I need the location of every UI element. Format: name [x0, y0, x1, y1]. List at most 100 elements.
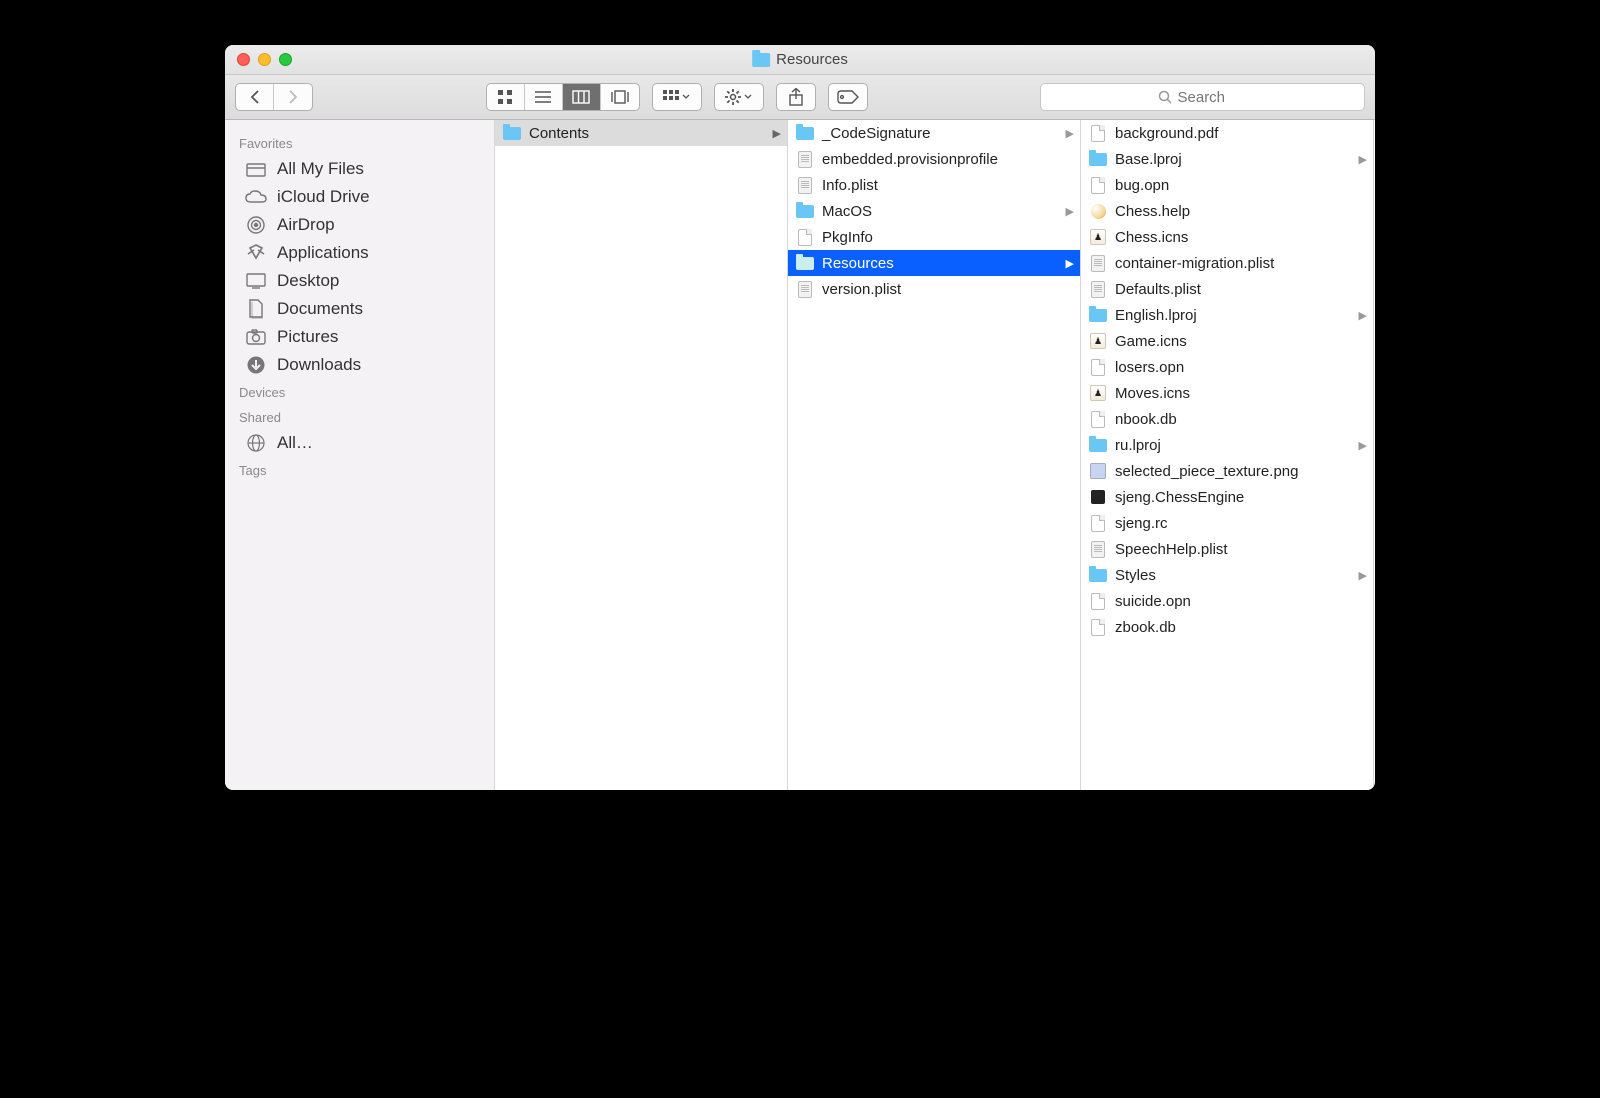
file-row[interactable]: zbook.db — [1081, 614, 1373, 640]
back-button[interactable] — [236, 84, 274, 110]
close-window-button[interactable] — [237, 53, 250, 66]
document-file-icon — [1091, 515, 1105, 532]
desktop-icon — [245, 272, 267, 290]
document-file-icon — [1091, 177, 1105, 194]
pictures-icon — [245, 328, 267, 346]
sidebar-item-all-my-files[interactable]: All My Files — [225, 155, 494, 183]
file-row[interactable]: ♟ Moves.icns — [1081, 380, 1373, 406]
downloads-icon — [245, 356, 267, 374]
file-row[interactable]: Chess.help — [1081, 198, 1373, 224]
edit-tags-button[interactable] — [829, 84, 867, 110]
file-name: Base.lproj — [1115, 151, 1182, 168]
share-group — [776, 83, 816, 111]
sidebar-section-header: Devices — [225, 379, 494, 404]
file-row[interactable]: container-migration.plist — [1081, 250, 1373, 276]
action-button[interactable] — [715, 84, 763, 110]
file-name: Contents — [529, 125, 589, 142]
search-input[interactable] — [1178, 89, 1248, 106]
forward-button[interactable] — [274, 84, 312, 110]
arrange-button[interactable] — [653, 84, 701, 110]
sidebar-item-applications[interactable]: Applications — [225, 239, 494, 267]
sidebar-item-documents[interactable]: Documents — [225, 295, 494, 323]
file-name: Resources — [822, 255, 894, 272]
file-name: zbook.db — [1115, 619, 1176, 636]
zoom-window-button[interactable] — [279, 53, 292, 66]
file-row[interactable]: suicide.opn — [1081, 588, 1373, 614]
file-row[interactable]: losers.opn — [1081, 354, 1373, 380]
disclosure-arrow-icon: ▶ — [1066, 127, 1074, 140]
column-1[interactable]: _CodeSignature ▶ embedded.provisionprofile… — [788, 120, 1081, 790]
file-row[interactable]: Base.lproj ▶ — [1081, 146, 1373, 172]
file-row[interactable]: nbook.db — [1081, 406, 1373, 432]
file-row[interactable]: Styles▶ — [1081, 562, 1373, 588]
coverflow-view-button[interactable] — [601, 84, 639, 110]
file-row[interactable]: MacOS ▶ — [788, 198, 1080, 224]
search-field[interactable] — [1040, 83, 1365, 111]
column-0[interactable]: Contents▶ — [495, 120, 788, 790]
file-row[interactable]: bug.opn — [1081, 172, 1373, 198]
icns-file-icon: ♟ — [1090, 385, 1106, 401]
file-row[interactable]: ru.lproj▶ — [1081, 432, 1373, 458]
png-file-icon — [1090, 463, 1106, 479]
file-name: _CodeSignature — [822, 125, 930, 142]
file-row[interactable]: English.lproj▶ — [1081, 302, 1373, 328]
file-row[interactable]: _CodeSignature ▶ — [788, 120, 1080, 146]
sidebar-item-label: Documents — [277, 299, 363, 319]
file-row[interactable]: Contents▶ — [495, 120, 787, 146]
folder-icon — [1089, 569, 1107, 582]
icon-view-button[interactable] — [487, 84, 525, 110]
file-name: Moves.icns — [1115, 385, 1190, 402]
sidebar-section-header: Favorites — [225, 130, 494, 155]
share-button[interactable] — [777, 84, 815, 110]
file-row[interactable]: selected_piece_texture.png — [1081, 458, 1373, 484]
sidebar-item-icloud-drive[interactable]: iCloud Drive — [225, 183, 494, 211]
sidebar-item-downloads[interactable]: Downloads — [225, 351, 494, 379]
file-row[interactable]: embedded.provisionprofile — [788, 146, 1080, 172]
file-name: Info.plist — [822, 177, 878, 194]
column-view-button[interactable] — [563, 84, 601, 110]
disclosure-arrow-icon: ▶ — [1066, 257, 1074, 270]
file-name: losers.opn — [1115, 359, 1184, 376]
file-name: Chess.help — [1115, 203, 1190, 220]
file-row[interactable]: sjeng.ChessEngine — [1081, 484, 1373, 510]
sidebar-item-pictures[interactable]: Pictures — [225, 323, 494, 351]
tags-group — [828, 83, 868, 111]
tag-icon — [837, 90, 859, 104]
exec-file-icon — [1091, 490, 1105, 504]
folder-icon — [1089, 309, 1107, 322]
chevron-down-icon — [744, 94, 752, 100]
file-row[interactable]: background.pdf — [1081, 120, 1373, 146]
search-icon — [1158, 90, 1172, 104]
sidebar-item-airdrop[interactable]: AirDrop — [225, 211, 494, 239]
file-name: bug.opn — [1115, 177, 1169, 194]
file-row[interactable]: ♟Chess.icns — [1081, 224, 1373, 250]
file-name: Game.icns — [1115, 333, 1187, 350]
file-name: MacOS — [822, 203, 872, 220]
document-file-icon — [1091, 125, 1105, 142]
help-file-icon — [1091, 204, 1106, 219]
disclosure-arrow-icon: ▶ — [1359, 439, 1367, 452]
column-2[interactable]: background.pdf Base.lproj ▶ bug.opn Chess.he… — [1081, 120, 1374, 790]
file-name: nbook.db — [1115, 411, 1177, 428]
minimize-window-button[interactable] — [258, 53, 271, 66]
file-row[interactable]: Defaults.plist — [1081, 276, 1373, 302]
file-row[interactable]: Info.plist — [788, 172, 1080, 198]
file-row[interactable]: version.plist — [788, 276, 1080, 302]
file-name: sjeng.rc — [1115, 515, 1168, 532]
sidebar-item-all-[interactable]: All… — [225, 429, 494, 457]
file-row[interactable]: Resources ▶ — [788, 250, 1080, 276]
file-row[interactable]: PkgInfo — [788, 224, 1080, 250]
disclosure-arrow-icon: ▶ — [1066, 205, 1074, 218]
file-row[interactable]: sjeng.rc — [1081, 510, 1373, 536]
folder-icon — [752, 53, 770, 67]
disclosure-arrow-icon: ▶ — [1359, 309, 1367, 322]
action-group — [714, 83, 764, 111]
sidebar-item-desktop[interactable]: Desktop — [225, 267, 494, 295]
chevron-down-icon — [682, 94, 690, 100]
disclosure-arrow-icon: ▶ — [1359, 153, 1367, 166]
list-view-button[interactable] — [525, 84, 563, 110]
file-row[interactable]: ♟Game.icns — [1081, 328, 1373, 354]
file-row[interactable]: SpeechHelp.plist — [1081, 536, 1373, 562]
arrange-group — [652, 83, 702, 111]
plist-file-icon — [1091, 541, 1105, 558]
